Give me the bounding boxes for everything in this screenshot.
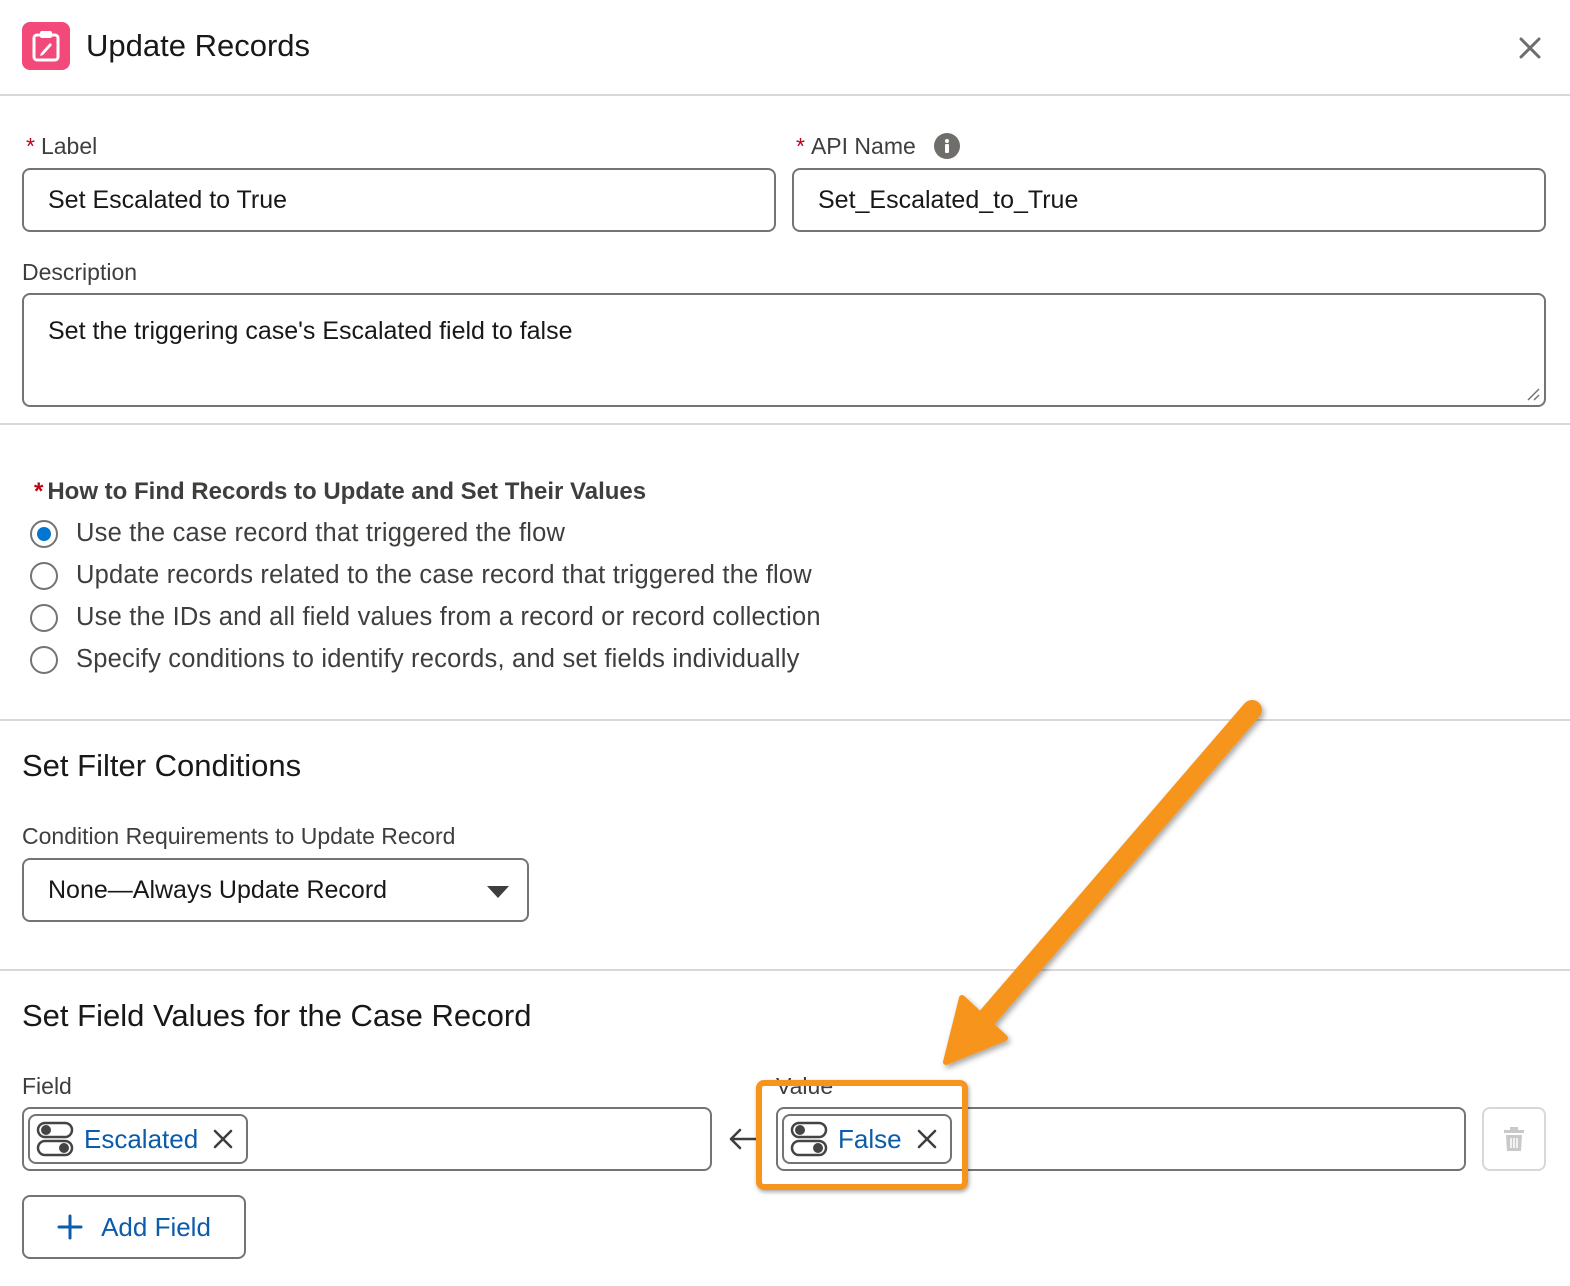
annotation-highlight-box (756, 1080, 968, 1190)
radio-button[interactable] (30, 603, 58, 632)
modal-title: Update Records (86, 28, 311, 63)
field-pill-label: Escalated (84, 1123, 199, 1154)
field-pill[interactable]: Escalated (28, 1114, 249, 1164)
field-input[interactable]: Escalated (22, 1107, 712, 1171)
section-divider (0, 423, 1570, 425)
radio-button[interactable] (30, 519, 58, 548)
close-button[interactable] (1512, 30, 1548, 66)
api-name-input[interactable]: Set_Escalated_to_True (792, 168, 1546, 232)
radio-option-triggering-record[interactable]: Use the case record that triggered the f… (30, 519, 565, 548)
info-icon[interactable] (933, 133, 960, 159)
required-asterisk: * (796, 133, 805, 159)
field-values-section-title: Set Field Values for the Case Record (22, 998, 532, 1033)
remove-icon[interactable] (212, 1128, 234, 1150)
arrow-left-icon (729, 1128, 758, 1150)
condition-selected-value: None—Always Update Record (48, 875, 388, 904)
delete-row-button[interactable] (1482, 1107, 1546, 1171)
radio-button[interactable] (30, 645, 58, 674)
toggle-icon (36, 1121, 74, 1157)
condition-requirements-label: Condition Requirements to Update Record (22, 823, 456, 849)
condition-requirements-select[interactable]: None—Always Update Record (22, 858, 529, 922)
radio-option-specify-conditions[interactable]: Specify conditions to identify records, … (30, 645, 800, 674)
filter-section-title: Set Filter Conditions (22, 748, 302, 783)
header-divider (0, 94, 1570, 96)
api-name-field-label: * API Name (796, 131, 960, 161)
radio-option-ids-and-values[interactable]: Use the IDs and all field values from a … (30, 603, 821, 632)
radio-button[interactable] (30, 561, 58, 590)
label-input-value: Set Escalated to True (48, 185, 288, 214)
plus-icon (57, 1214, 83, 1240)
trash-icon (1504, 1127, 1524, 1151)
api-name-input-value: Set_Escalated_to_True (818, 185, 1079, 214)
find-records-title: * How to Find Records to Update and Set T… (34, 478, 647, 505)
chevron-down-icon (487, 886, 509, 898)
description-value: Set the triggering case's Escalated fiel… (48, 317, 573, 345)
clipboard-edit-icon (32, 31, 60, 62)
section-divider (0, 969, 1570, 971)
label-input[interactable]: Set Escalated to True (22, 168, 776, 232)
update-records-icon (22, 22, 70, 70)
radio-option-related-records[interactable]: Update records related to the case recor… (30, 561, 812, 590)
add-field-button[interactable]: Add Field (22, 1195, 246, 1259)
section-divider (0, 719, 1570, 721)
field-column-label: Field (22, 1073, 72, 1099)
required-asterisk: * (34, 478, 44, 505)
label-field-label: * Label (26, 133, 98, 159)
close-icon (1519, 37, 1541, 59)
add-field-label: Add Field (101, 1211, 211, 1242)
required-asterisk: * (26, 133, 35, 159)
description-textarea[interactable]: Set the triggering case's Escalated fiel… (22, 293, 1546, 407)
resize-grip-icon[interactable] (1526, 387, 1540, 401)
description-label: Description (22, 259, 138, 285)
